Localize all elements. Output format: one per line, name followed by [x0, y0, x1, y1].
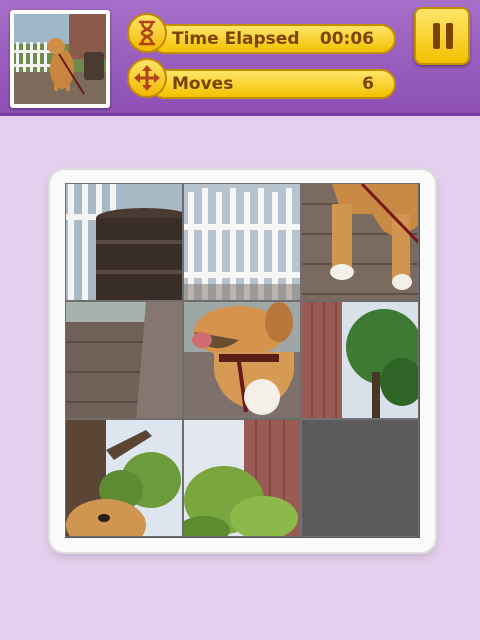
moves-value: 6 — [362, 74, 374, 94]
puzzle-tile[interactable] — [301, 183, 419, 301]
puzzle-tile[interactable] — [183, 419, 301, 537]
puzzle-tile[interactable] — [65, 183, 183, 301]
moves-panel: Moves 6 — [150, 69, 396, 99]
pause-button[interactable] — [414, 7, 470, 65]
time-elapsed-panel: Time Elapsed 00:06 — [150, 24, 396, 54]
hourglass-icon — [127, 13, 167, 53]
pause-icon — [433, 23, 440, 49]
puzzle-tile[interactable] — [65, 301, 183, 419]
time-elapsed-value: 00:06 — [319, 29, 374, 49]
empty-slot — [301, 419, 419, 537]
moves-label: Moves — [172, 74, 234, 94]
time-elapsed-label: Time Elapsed — [172, 29, 300, 49]
top-bar: Time Elapsed 00:06 Moves 6 — [0, 0, 480, 116]
puzzle-board — [65, 183, 420, 538]
puzzle-tile[interactable] — [183, 301, 301, 419]
puzzle-tile[interactable] — [183, 183, 301, 301]
puzzle-tile[interactable] — [65, 419, 183, 537]
move-arrows-icon — [127, 58, 167, 98]
puzzle-tile[interactable] — [301, 301, 419, 419]
reference-image-thumbnail — [10, 10, 110, 108]
